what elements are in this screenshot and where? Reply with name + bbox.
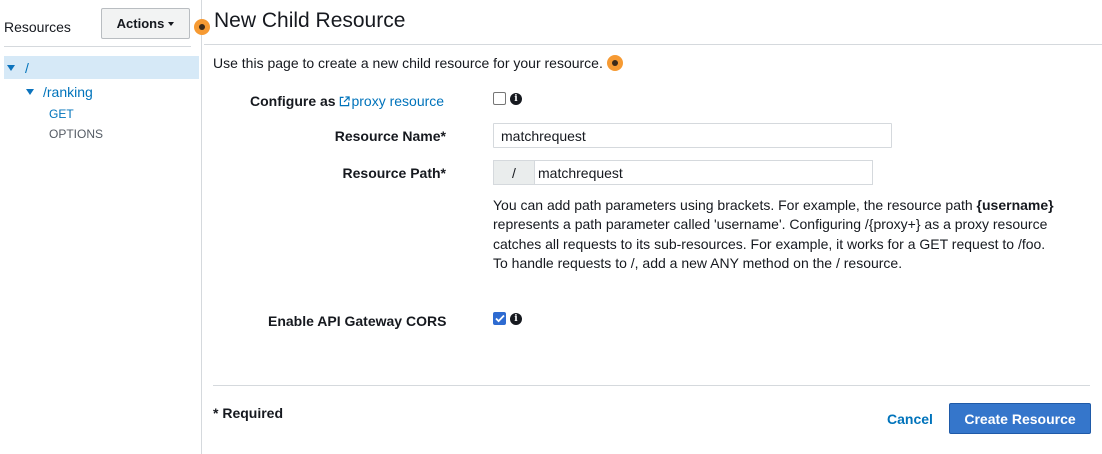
proxy-resource-label: Configure as proxy resource bbox=[250, 93, 444, 109]
create-resource-button[interactable]: Create Resource bbox=[949, 403, 1091, 434]
actions-dropdown-button[interactable]: Actions bbox=[101, 8, 190, 39]
orange-info-dot-icon[interactable] bbox=[194, 19, 210, 35]
header-divider bbox=[204, 44, 1102, 45]
tree-item-ranking[interactable]: /ranking bbox=[26, 83, 93, 101]
sidebar-divider bbox=[4, 46, 191, 47]
expand-triangle-icon[interactable] bbox=[7, 64, 15, 71]
info-icon[interactable]: i bbox=[510, 313, 522, 325]
resources-sidebar: Resources Actions / /ranking GET OPTIONS bbox=[0, 0, 202, 454]
actions-label: Actions bbox=[116, 16, 165, 31]
caret-down-icon bbox=[168, 21, 175, 26]
configure-as-text: Configure as bbox=[250, 93, 336, 109]
enable-cors-checkbox[interactable] bbox=[493, 312, 506, 325]
page-title: New Child Resource bbox=[214, 9, 406, 32]
required-note: * Required bbox=[213, 405, 284, 421]
tree-item-ranking-label: /ranking bbox=[43, 84, 93, 100]
resource-name-input[interactable]: matchrequest bbox=[493, 123, 892, 148]
expand-triangle-icon[interactable] bbox=[26, 89, 34, 95]
help-text-username: {username} bbox=[976, 197, 1054, 213]
resource-path-prefix: / bbox=[494, 161, 535, 184]
proxy-resource-link[interactable]: proxy resource bbox=[339, 93, 444, 109]
enable-cors-label: Enable API Gateway CORS bbox=[268, 313, 447, 329]
sidebar-title: Resources bbox=[4, 19, 71, 35]
info-icon[interactable]: i bbox=[510, 93, 522, 105]
tree-item-root[interactable]: / bbox=[4, 56, 199, 79]
cancel-button[interactable]: Cancel bbox=[887, 411, 933, 427]
proxy-resource-link-text: proxy resource bbox=[351, 93, 445, 109]
checkmark-icon bbox=[494, 314, 505, 323]
path-parameters-help-text: You can add path parameters using bracke… bbox=[493, 196, 1058, 273]
help-text-part1: You can add path parameters using bracke… bbox=[493, 197, 977, 213]
external-link-icon bbox=[340, 96, 351, 107]
page-description: Use this page to create a new child reso… bbox=[213, 55, 603, 71]
resource-path-field: / matchrequest bbox=[493, 160, 873, 185]
tree-item-root-label: / bbox=[25, 59, 29, 76]
resource-path-label: Resource Path* bbox=[342, 165, 446, 181]
tree-method-options[interactable]: OPTIONS bbox=[49, 127, 103, 141]
footer-divider bbox=[213, 385, 1090, 386]
proxy-resource-checkbox[interactable] bbox=[493, 92, 506, 105]
resource-path-input[interactable]: matchrequest bbox=[535, 161, 872, 184]
tree-method-get[interactable]: GET bbox=[49, 107, 74, 121]
resource-name-label: Resource Name* bbox=[334, 128, 446, 144]
orange-info-dot-icon[interactable] bbox=[607, 55, 623, 71]
help-text-part2: represents a path parameter called 'user… bbox=[493, 216, 1048, 271]
